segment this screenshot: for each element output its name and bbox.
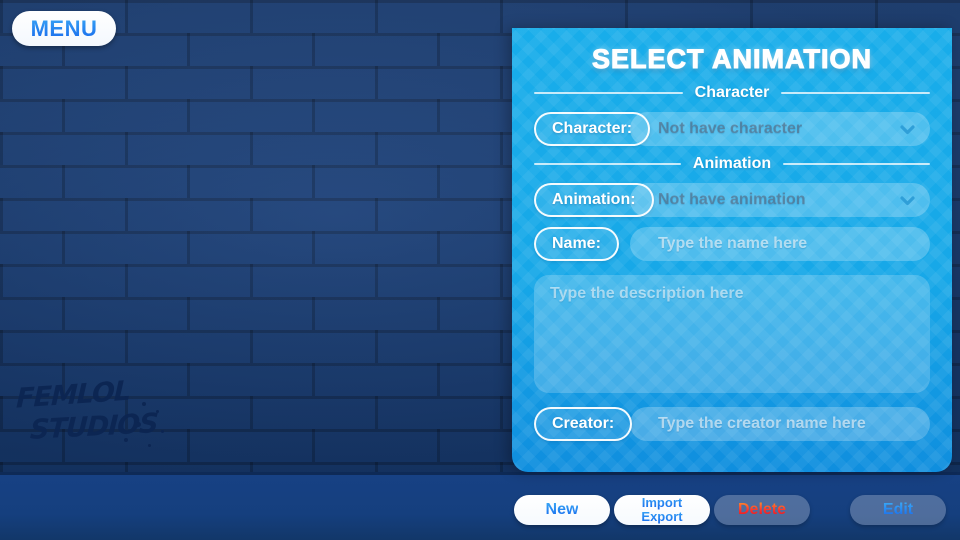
bottom-action-bar — [0, 472, 960, 540]
delete-button-label: Delete — [737, 500, 787, 518]
section-header-character: Character — [534, 84, 931, 102]
name-label: Name: — [552, 235, 601, 252]
animation-label-pill: Animation: — [534, 183, 654, 217]
name-input-placeholder: Type the name here — [658, 235, 808, 252]
panel-title: SELECT ANIMATION — [592, 44, 872, 75]
edit-button[interactable]: Edit — [850, 495, 946, 525]
new-button[interactable]: New — [514, 495, 610, 525]
name-field-row[interactable]: Type the name here Name: — [534, 227, 930, 261]
name-label-pill: Name: — [534, 227, 619, 261]
character-select-value: Not have character — [658, 120, 803, 137]
animation-select-row[interactable]: Not have animation Animation: — [534, 183, 930, 217]
section-header-character-label: Character — [694, 84, 770, 101]
divider-line-left — [534, 92, 683, 94]
character-select-row[interactable]: Not have character Character: — [534, 112, 930, 146]
import-export-button[interactable]: Import Export — [614, 495, 710, 525]
divider-line-right — [781, 92, 931, 94]
character-select-value-pill[interactable]: Not have character — [630, 112, 930, 146]
description-textarea[interactable]: Type the description here — [534, 275, 930, 393]
menu-button[interactable]: MENU — [12, 11, 116, 46]
section-header-animation-label: Animation — [692, 155, 772, 172]
export-label: Export — [641, 509, 683, 524]
chevron-down-icon[interactable] — [899, 121, 916, 138]
character-label-pill: Character: — [534, 112, 651, 146]
divider-line-left — [534, 163, 681, 165]
import-export-button-labels: Import Export — [641, 496, 682, 523]
divider-line-right — [783, 163, 930, 165]
creator-label-pill: Creator: — [534, 407, 633, 441]
import-label: Import — [641, 495, 683, 511]
creator-input-placeholder: Type the creator name here — [658, 415, 866, 432]
creator-label: Creator: — [552, 415, 615, 432]
new-button-label: New — [545, 500, 579, 518]
select-animation-panel: SELECT ANIMATION Character Not have char… — [512, 28, 952, 472]
creator-input-pill[interactable]: Type the creator name here — [630, 407, 930, 441]
creator-field-row[interactable]: Type the creator name here Creator: — [534, 407, 930, 441]
edit-button-label: Edit — [882, 500, 914, 518]
delete-button[interactable]: Delete — [714, 495, 810, 525]
section-header-animation: Animation — [534, 155, 930, 173]
character-label: Character: — [552, 120, 633, 137]
description-placeholder: Type the description here — [550, 285, 744, 302]
menu-button-label: MENU — [30, 15, 98, 41]
animation-label: Animation: — [552, 191, 636, 208]
animation-select-value-pill[interactable]: Not have animation — [630, 183, 930, 217]
name-input-pill[interactable]: Type the name here — [630, 227, 930, 261]
chevron-down-icon[interactable] — [899, 192, 916, 209]
animation-select-value: Not have animation — [658, 191, 806, 208]
